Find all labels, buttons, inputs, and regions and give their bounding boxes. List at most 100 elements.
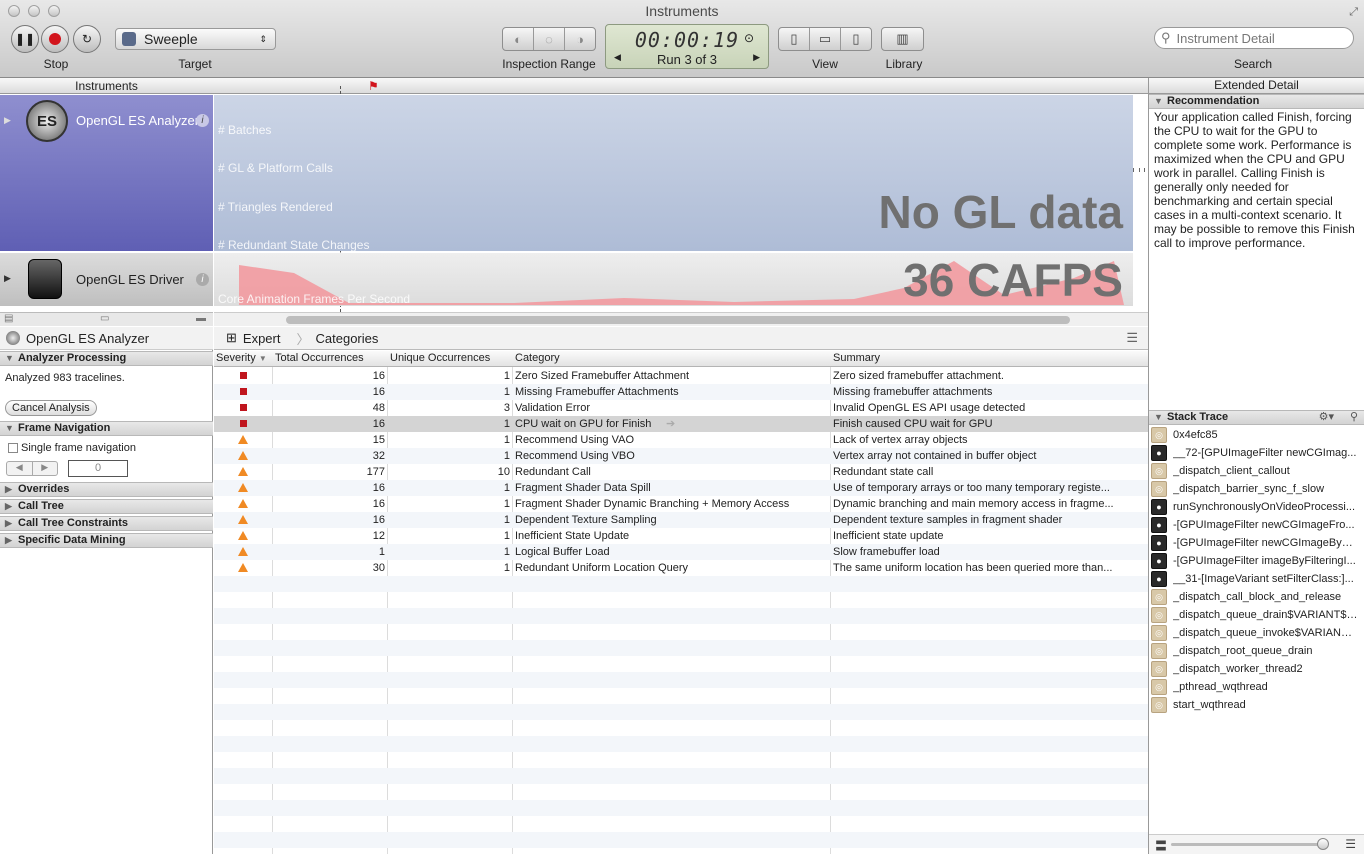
gear-icon[interactable]: ⚙▾: [1319, 411, 1334, 424]
info-icon[interactable]: i: [196, 114, 209, 127]
breadcrumb-expert[interactable]: Expert: [243, 331, 281, 346]
table-row[interactable]: 16 1 Dependent Texture Sampling Dependent t…: [214, 512, 1148, 528]
range-end-button[interactable]: ◑: [565, 28, 595, 50]
call-tree-constraints-header[interactable]: ▶ Call Tree Constraints: [0, 516, 213, 531]
overrides-header[interactable]: ▶ Overrides: [0, 482, 213, 497]
disclosure-triangle-icon[interactable]: ▶: [4, 273, 11, 284]
stack-frame[interactable]: ◎ _dispatch_queue_drain$VARIANT$mp: [1149, 606, 1364, 624]
table-row: [214, 640, 1148, 656]
snap-icon[interactable]: ▬: [196, 313, 206, 324]
column-total[interactable]: Total Occurrences: [273, 352, 387, 364]
table-row[interactable]: 32 1 Recommend Using VBO Vertex array not c…: [214, 448, 1148, 464]
collapse-icon[interactable]: 〓: [1155, 837, 1167, 854]
category-cell: Redundant Call: [515, 466, 591, 478]
pause-button[interactable]: ❚❚: [11, 25, 39, 53]
view-bottom-pane-button[interactable]: ▭: [810, 28, 841, 50]
analyzer-track-label[interactable]: ▶ ES OpenGL ES Analyzer i: [0, 95, 213, 251]
next-run-arrow-icon[interactable]: ▶: [753, 52, 760, 63]
category-cell: Logical Buffer Load: [515, 546, 610, 558]
table-row: [214, 592, 1148, 608]
column-category[interactable]: Category: [513, 352, 830, 364]
stack-frame[interactable]: ◎ start_wqthread: [1149, 696, 1364, 714]
table-row: [214, 816, 1148, 832]
list-icon[interactable]: ☰: [1345, 837, 1356, 851]
analyzer-processing-header[interactable]: ▼ Analyzer Processing: [0, 351, 213, 366]
error-severity-icon: [214, 384, 272, 400]
stack-trace-header[interactable]: ▼ Stack Trace ⚙▾ ⚲: [1149, 410, 1364, 425]
stack-frame[interactable]: ● -[GPUImageFilter newCGImageByFi...: [1149, 534, 1364, 552]
library-button[interactable]: ▥: [881, 27, 924, 51]
table-row[interactable]: 16 1 CPU wait on GPU for Finish Finish caus…: [214, 416, 1148, 432]
table-row[interactable]: 12 1 Inefficient State Update Inefficient s…: [214, 528, 1148, 544]
table-row[interactable]: 16 1 Fragment Shader Data Spill Use of temp…: [214, 480, 1148, 496]
stack-frame[interactable]: ◎ _dispatch_queue_invoke$VARIANT$mp: [1149, 624, 1364, 642]
table-row[interactable]: 16 1 Zero Sized Framebuffer Attachment Zero…: [214, 368, 1148, 384]
stack-frame-label: -[GPUImageFilter newCGImageByFi...: [1173, 537, 1358, 549]
stack-frame[interactable]: ◎ _dispatch_client_callout: [1149, 462, 1364, 480]
driver-track-label[interactable]: ▶ OpenGL ES Driver i: [0, 253, 213, 306]
stack-frame[interactable]: ◎ _dispatch_worker_thread2: [1149, 660, 1364, 678]
table-row[interactable]: 30 1 Redundant Uniform Location Query The s…: [214, 560, 1148, 576]
prev-frame-button[interactable]: ◀: [7, 462, 33, 475]
recommendation-header[interactable]: ▼ Recommendation: [1149, 94, 1364, 109]
table-row[interactable]: 16 1 Missing Framebuffer Attachments Missin…: [214, 384, 1148, 400]
playhead-flag-icon[interactable]: ⚑: [368, 79, 379, 93]
warning-triangle-icon: [238, 451, 248, 460]
search-icon[interactable]: ⚲: [1350, 411, 1358, 424]
table-row[interactable]: 177 10 Redundant Call Redundant state call: [214, 464, 1148, 480]
single-frame-checkbox[interactable]: [8, 443, 18, 453]
table-row[interactable]: 16 1 Fragment Shader Dynamic Branching + M…: [214, 496, 1148, 512]
next-frame-button[interactable]: ▶: [33, 462, 58, 475]
analyzer-track[interactable]: # Batches # GL & Platform Calls # Triang…: [214, 95, 1133, 252]
breadcrumb-categories[interactable]: Categories: [316, 331, 379, 346]
list-menu-icon[interactable]: ☰: [1126, 330, 1138, 346]
view-left-pane-button[interactable]: ▯: [779, 28, 810, 50]
disclosure-triangle-icon[interactable]: ▶: [4, 115, 11, 126]
table-row[interactable]: 15 1 Recommend Using VAO Lack of vertex arr…: [214, 432, 1148, 448]
column-unique[interactable]: Unique Occurrences: [388, 352, 512, 364]
search-field[interactable]: ⚲ Instrument Detail: [1154, 27, 1354, 49]
stack-frame[interactable]: ● runSynchronouslyOnVideoProcessi...: [1149, 498, 1364, 516]
specific-data-mining-header[interactable]: ▶ Specific Data Mining: [0, 533, 213, 548]
go-arrow-icon[interactable]: ➔: [666, 416, 675, 432]
cancel-analysis-button[interactable]: Cancel Analysis: [5, 400, 97, 416]
frame-navigation-header[interactable]: ▼ Frame Navigation: [0, 421, 213, 436]
frame-number-field[interactable]: 0: [68, 460, 128, 477]
total-occurrences-cell: 32: [372, 450, 385, 462]
stack-frame[interactable]: ◎ _dispatch_call_block_and_release: [1149, 588, 1364, 606]
stack-frame[interactable]: ● -[GPUImageFilter imageByFilteringI...: [1149, 552, 1364, 570]
prev-run-arrow-icon[interactable]: ◀: [614, 52, 621, 63]
stack-frame[interactable]: ◎ 0x4efc85: [1149, 426, 1364, 444]
user-code-icon: ●: [1151, 553, 1167, 569]
detail-slider-thumb[interactable]: [1317, 838, 1329, 850]
error-severity-icon: [214, 416, 272, 432]
stack-frame[interactable]: ● __72-[GPUImageFilter newCGImag...: [1149, 444, 1364, 462]
table-row[interactable]: 1 1 Logical Buffer Load Slow framebuffer lo…: [214, 544, 1148, 560]
stack-frame[interactable]: ◎ _dispatch_barrier_sync_f_slow: [1149, 480, 1364, 498]
range-start-button[interactable]: ◐: [503, 28, 534, 50]
driver-track[interactable]: Core Animation Frames Per Second 36 CAFP…: [214, 253, 1133, 306]
stack-frame[interactable]: ● -[GPUImageFilter newCGImageFro...: [1149, 516, 1364, 534]
track-height-handle-icon[interactable]: ▭: [100, 313, 109, 324]
view-right-pane-button[interactable]: ▯: [841, 28, 871, 50]
target-popup[interactable]: Sweeple ⇕: [115, 28, 276, 50]
record-stop-button[interactable]: [41, 25, 69, 53]
timeline-scrollbar[interactable]: [214, 312, 1148, 326]
loop-button[interactable]: ↻: [73, 25, 101, 53]
system-library-icon: ◎: [1151, 427, 1167, 443]
detail-slider-track[interactable]: [1171, 843, 1323, 846]
stack-frame[interactable]: ● __31-[ImageVariant setFilterClass:]...: [1149, 570, 1364, 588]
stack-frame-label: 0x4efc85: [1173, 429, 1218, 441]
scrollbar-thumb[interactable]: [286, 316, 1070, 324]
graph-style-icon[interactable]: ▤: [4, 313, 13, 324]
call-tree-header[interactable]: ▶ Call Tree: [0, 499, 213, 514]
fullscreen-icon[interactable]: ⤢: [1349, 6, 1358, 19]
stack-frame[interactable]: ◎ _pthread_wqthread: [1149, 678, 1364, 696]
range-clear-button[interactable]: ◌: [534, 28, 565, 50]
stack-frame[interactable]: ◎ _dispatch_root_queue_drain: [1149, 642, 1364, 660]
info-icon[interactable]: i: [196, 273, 209, 286]
table-row[interactable]: 48 3 Validation Error Invalid OpenGL ES API…: [214, 400, 1148, 416]
column-summary[interactable]: Summary: [831, 352, 1148, 364]
column-severity[interactable]: Severity ▼: [214, 352, 272, 364]
error-square-icon: [239, 372, 247, 379]
